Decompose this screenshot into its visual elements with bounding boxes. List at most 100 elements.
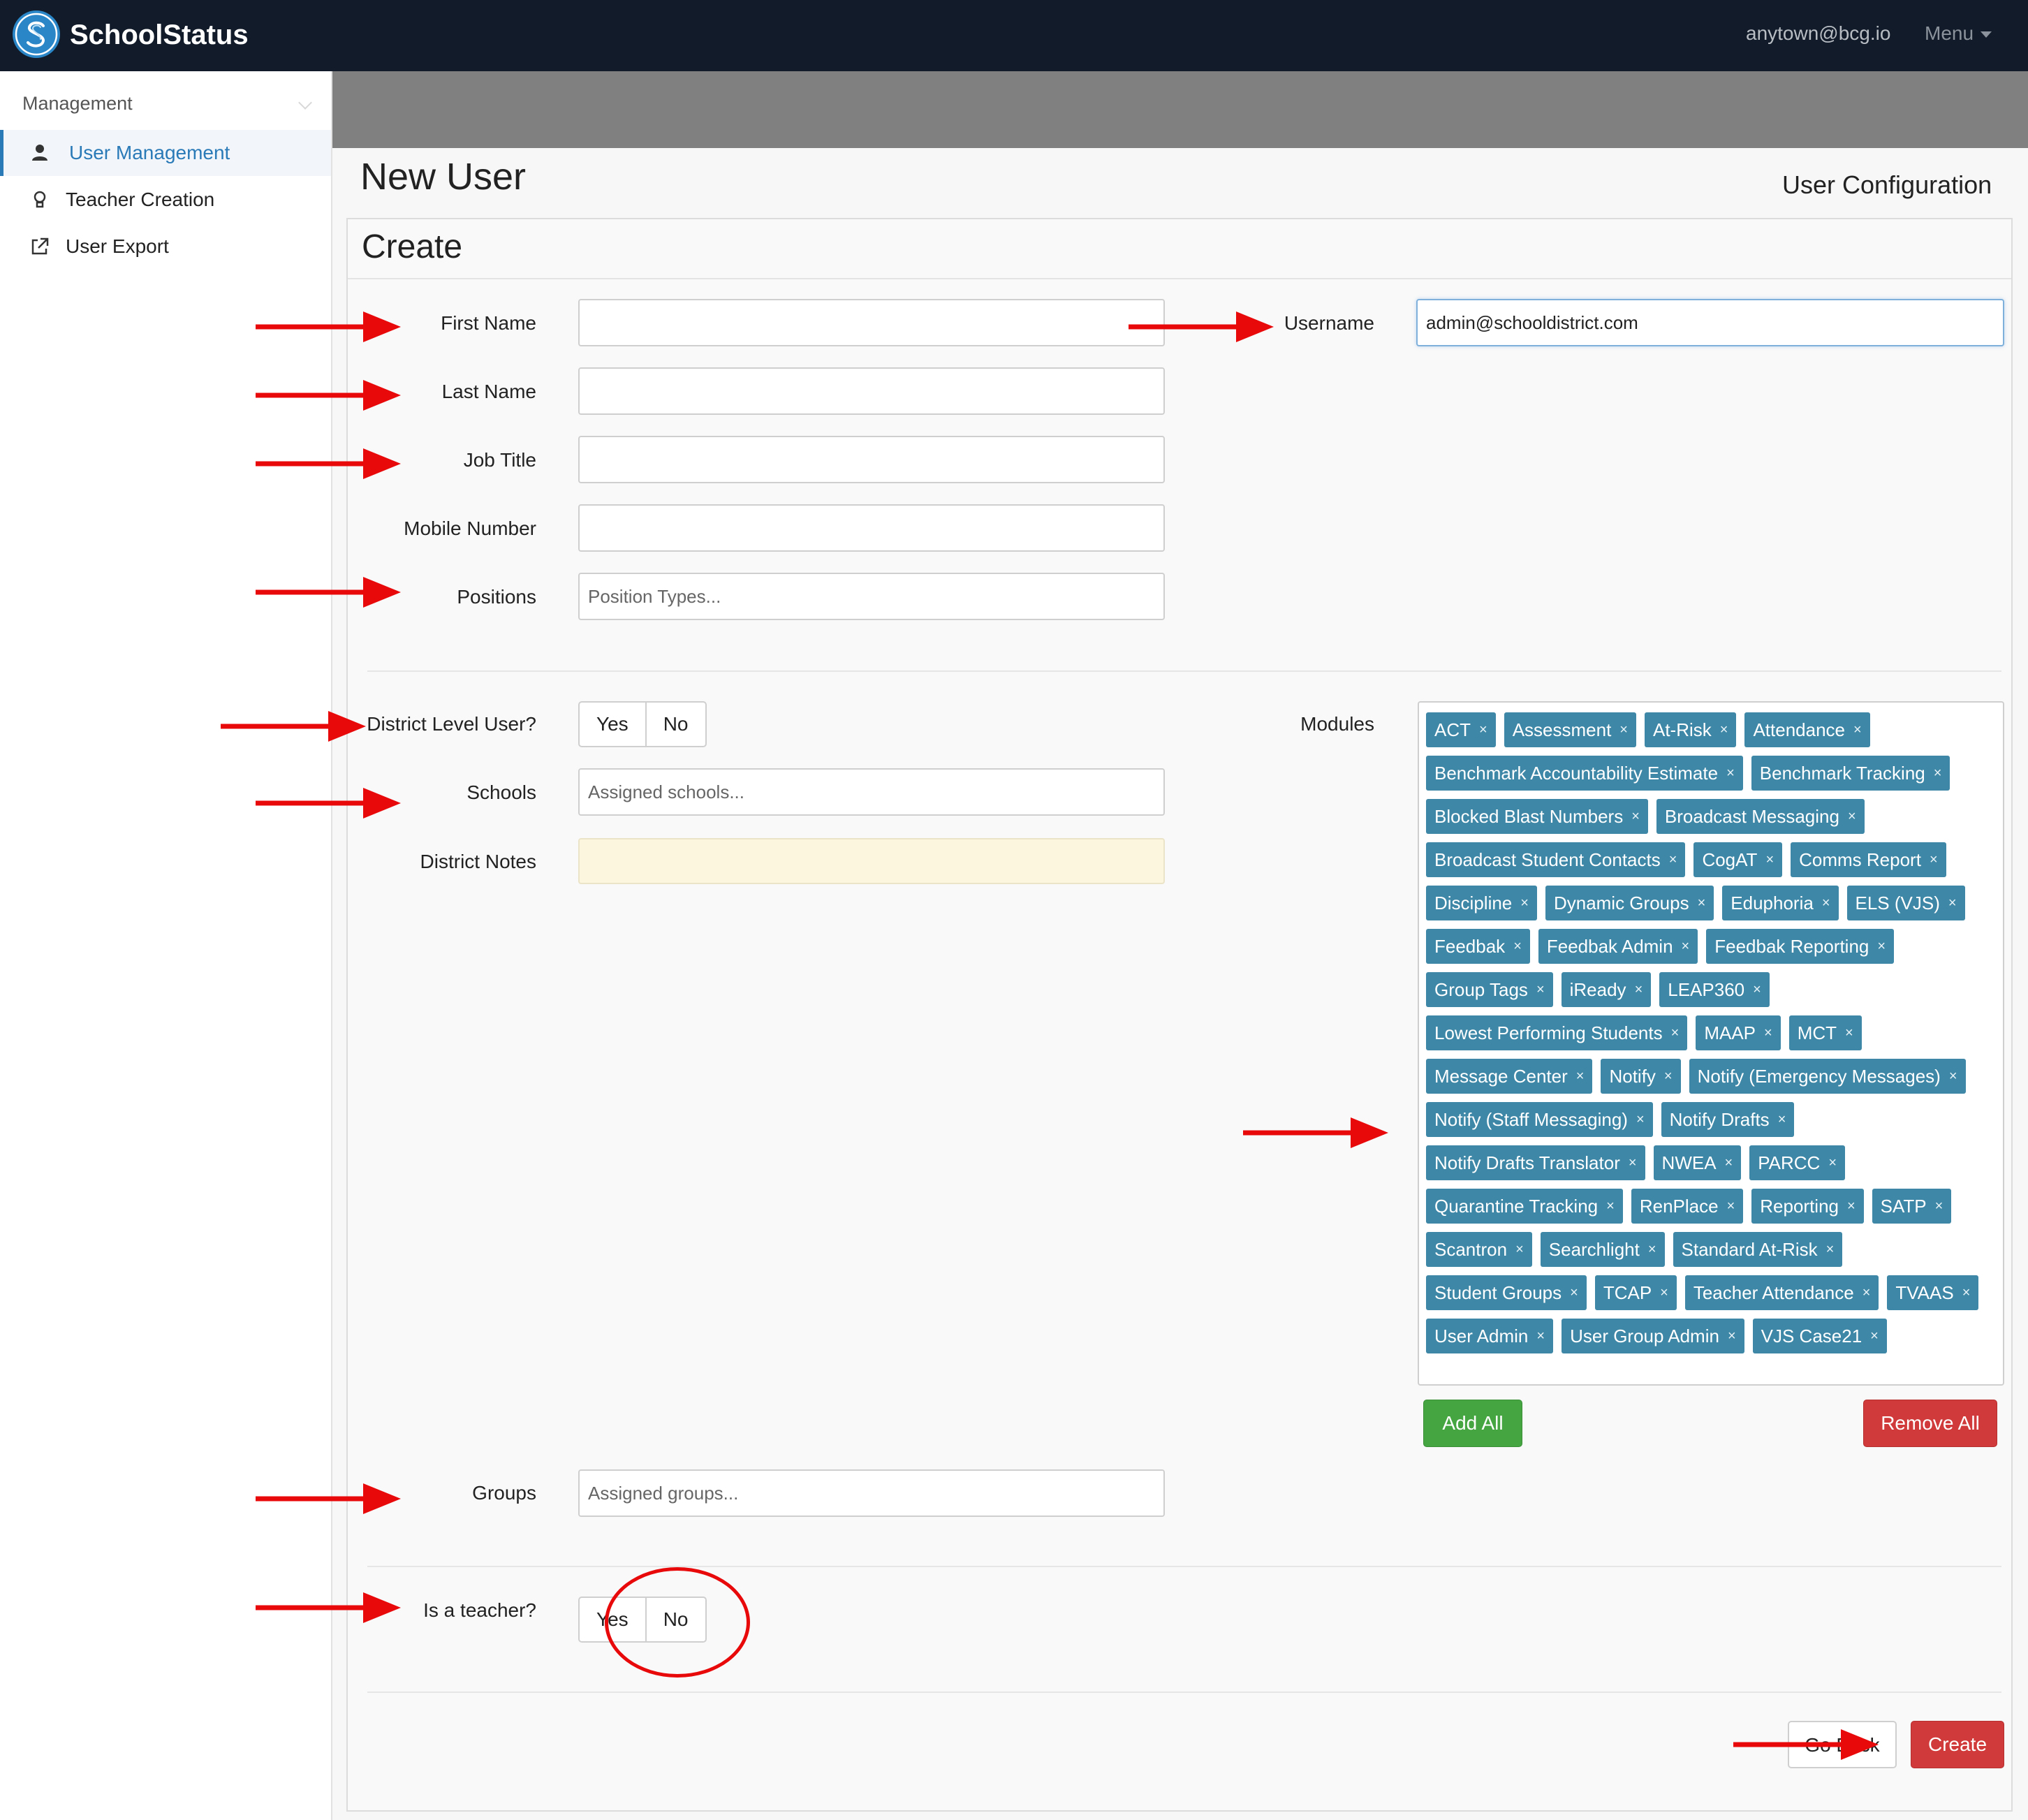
remove-tag-icon[interactable]: ×	[1515, 1233, 1524, 1266]
module-tag[interactable]: Benchmark Tracking ×	[1751, 756, 1950, 791]
last-name-input[interactable]	[578, 367, 1165, 415]
remove-tag-icon[interactable]: ×	[1822, 886, 1830, 920]
module-tag[interactable]: Feedbak Admin ×	[1538, 929, 1698, 964]
remove-tag-icon[interactable]: ×	[1870, 1319, 1879, 1353]
job-title-input[interactable]	[578, 436, 1165, 483]
remove-tag-icon[interactable]: ×	[1698, 886, 1706, 920]
module-tag[interactable]: TCAP ×	[1594, 1275, 1677, 1310]
module-tag[interactable]: SATP ×	[1872, 1189, 1952, 1224]
module-tag[interactable]: NWEA ×	[1653, 1145, 1742, 1180]
module-tag[interactable]: Message Center ×	[1426, 1059, 1593, 1094]
remove-tag-icon[interactable]: ×	[1606, 1189, 1615, 1223]
module-tag[interactable]: Notify (Emergency Messages) ×	[1689, 1059, 1966, 1094]
module-tag[interactable]: Scantron ×	[1426, 1232, 1532, 1267]
module-tag[interactable]: Standard At-Risk ×	[1673, 1232, 1843, 1267]
modules-select[interactable]: ACT × Assessment × At-Risk × Attendance × Benchm…	[1418, 701, 2004, 1386]
remove-tag-icon[interactable]: ×	[1720, 713, 1728, 747]
remove-tag-icon[interactable]: ×	[1845, 1016, 1853, 1050]
remove-tag-icon[interactable]: ×	[1636, 1103, 1645, 1136]
module-tag[interactable]: Notify Drafts Translator ×	[1426, 1145, 1645, 1180]
remove-tag-icon[interactable]: ×	[1949, 1059, 1957, 1093]
district-level-toggle[interactable]: Yes No	[578, 701, 707, 747]
module-tag[interactable]: Eduphoria ×	[1722, 886, 1839, 920]
module-tag[interactable]: Feedbak ×	[1426, 929, 1530, 964]
module-tag[interactable]: VJS Case21 ×	[1752, 1319, 1887, 1353]
mobile-number-input[interactable]	[578, 504, 1165, 552]
remove-tag-icon[interactable]: ×	[1764, 1016, 1772, 1050]
remove-tag-icon[interactable]: ×	[1962, 1276, 1971, 1309]
module-tag[interactable]: Benchmark Accountability Estimate ×	[1426, 756, 1743, 791]
module-tag[interactable]: Broadcast Messaging ×	[1656, 799, 1865, 834]
positions-select[interactable]: Position Types...	[578, 573, 1165, 620]
module-tag[interactable]: MAAP ×	[1696, 1015, 1781, 1050]
remove-tag-icon[interactable]: ×	[1948, 886, 1957, 920]
district-level-yes-button[interactable]: Yes	[580, 703, 645, 746]
module-tag[interactable]: At-Risk ×	[1644, 712, 1737, 747]
brand-name[interactable]: SchoolStatus	[70, 17, 249, 53]
module-tag[interactable]: iReady ×	[1561, 972, 1652, 1007]
remove-tag-icon[interactable]: ×	[1520, 886, 1529, 920]
remove-tag-icon[interactable]: ×	[1726, 756, 1735, 790]
module-tag[interactable]: Notify (Staff Messaging) ×	[1426, 1102, 1653, 1137]
remove-tag-icon[interactable]: ×	[1669, 843, 1677, 876]
remove-tag-icon[interactable]: ×	[1660, 1276, 1668, 1309]
remove-tag-icon[interactable]: ×	[1877, 930, 1886, 963]
remove-tag-icon[interactable]: ×	[1629, 1146, 1637, 1180]
module-tag[interactable]: Group Tags ×	[1426, 972, 1553, 1007]
module-tag[interactable]: User Group Admin ×	[1562, 1319, 1744, 1353]
module-tag[interactable]: ELS (VJS) ×	[1846, 886, 1965, 920]
remove-tag-icon[interactable]: ×	[1853, 713, 1862, 747]
remove-tag-icon[interactable]: ×	[1671, 1016, 1680, 1050]
module-tag[interactable]: MCT ×	[1788, 1015, 1862, 1050]
module-tag[interactable]: RenPlace ×	[1631, 1189, 1744, 1224]
remove-tag-icon[interactable]: ×	[1576, 1059, 1585, 1093]
remove-tag-icon[interactable]: ×	[1635, 973, 1643, 1006]
remove-tag-icon[interactable]: ×	[1725, 1146, 1733, 1180]
remove-tag-icon[interactable]: ×	[1536, 973, 1545, 1006]
remove-tag-icon[interactable]: ×	[1930, 843, 1938, 876]
module-tag[interactable]: Feedbak Reporting ×	[1706, 929, 1895, 964]
module-tag[interactable]: Broadcast Student Contacts ×	[1426, 842, 1686, 877]
remove-tag-icon[interactable]: ×	[1728, 1319, 1736, 1353]
groups-select[interactable]: Assigned groups...	[578, 1469, 1165, 1517]
module-tag[interactable]: Assessment ×	[1504, 712, 1636, 747]
module-tag[interactable]: TVAAS ×	[1887, 1275, 1979, 1310]
remove-tag-icon[interactable]: ×	[1513, 930, 1522, 963]
district-level-no-button[interactable]: No	[645, 703, 705, 746]
remove-tag-icon[interactable]: ×	[1631, 800, 1640, 833]
first-name-input[interactable]	[578, 299, 1165, 346]
sidebar-heading[interactable]: Management	[22, 89, 133, 117]
remove-tag-icon[interactable]: ×	[1648, 1233, 1656, 1266]
module-tag[interactable]: Comms Report ×	[1791, 842, 1946, 877]
module-tag[interactable]: Discipline ×	[1426, 886, 1537, 920]
remove-tag-icon[interactable]: ×	[1765, 843, 1774, 876]
remove-tag-icon[interactable]: ×	[1682, 930, 1690, 963]
module-tag[interactable]: Notify ×	[1601, 1059, 1681, 1094]
module-tag[interactable]: Notify Drafts ×	[1661, 1102, 1795, 1137]
remove-tag-icon[interactable]: ×	[1934, 756, 1942, 790]
remove-tag-icon[interactable]: ×	[1753, 973, 1761, 1006]
module-tag[interactable]: Searchlight ×	[1540, 1232, 1665, 1267]
remove-all-button[interactable]: Remove All	[1863, 1400, 1997, 1447]
module-tag[interactable]: Reporting ×	[1751, 1189, 1864, 1224]
module-tag[interactable]: Lowest Performing Students ×	[1426, 1015, 1688, 1050]
module-tag[interactable]: Blocked Blast Numbers ×	[1426, 799, 1648, 834]
menu-dropdown[interactable]: Menu	[1925, 20, 1992, 47]
create-button[interactable]: Create	[1911, 1721, 2004, 1768]
module-tag[interactable]: PARCC ×	[1749, 1145, 1846, 1180]
schoolstatus-logo-icon[interactable]	[13, 10, 60, 58]
remove-tag-icon[interactable]: ×	[1536, 1319, 1545, 1353]
remove-tag-icon[interactable]: ×	[1848, 800, 1856, 833]
schools-select[interactable]: Assigned schools...	[578, 768, 1165, 816]
remove-tag-icon[interactable]: ×	[1727, 1189, 1735, 1223]
remove-tag-icon[interactable]: ×	[1862, 1276, 1871, 1309]
sidebar-item-teacher-creation[interactable]: Teacher Creation	[0, 177, 331, 223]
module-tag[interactable]: Quarantine Tracking ×	[1426, 1189, 1623, 1224]
district-notes-field[interactable]	[578, 838, 1165, 884]
module-tag[interactable]: User Admin ×	[1426, 1319, 1554, 1353]
module-tag[interactable]: ACT ×	[1426, 712, 1496, 747]
module-tag[interactable]: Student Groups ×	[1426, 1275, 1587, 1310]
remove-tag-icon[interactable]: ×	[1828, 1146, 1837, 1180]
username-input[interactable]: admin@schooldistrict.com	[1416, 299, 2004, 346]
module-tag[interactable]: CogAT ×	[1693, 842, 1783, 877]
